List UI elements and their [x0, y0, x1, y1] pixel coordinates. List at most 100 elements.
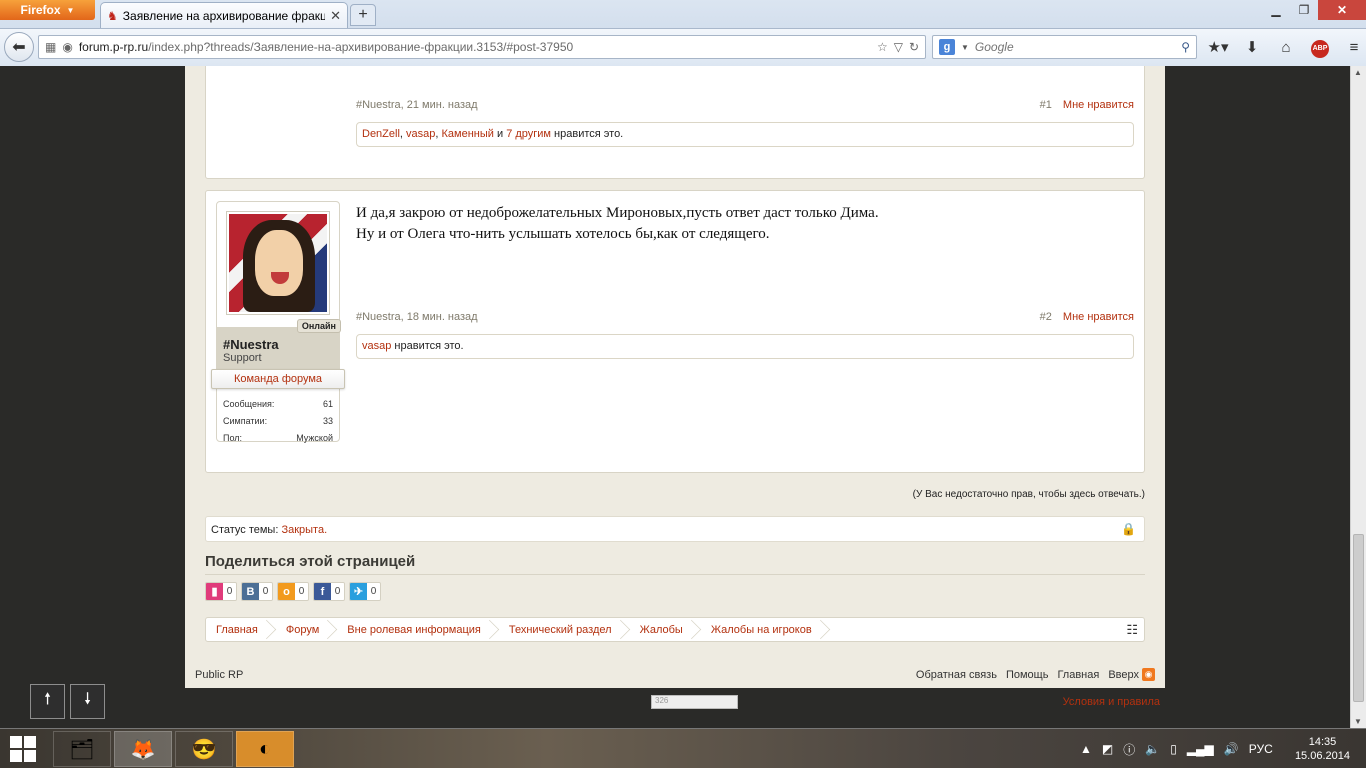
scroll-down-arrow-icon[interactable]: ▼	[1354, 717, 1362, 726]
username-link[interactable]: #Nuestra	[223, 337, 333, 352]
google-icon[interactable]: g	[939, 39, 955, 55]
breadcrumb-item[interactable]: Вне ролевая информация	[347, 618, 499, 641]
speaker-icon[interactable]: 🔊	[1224, 742, 1239, 756]
close-tab-icon[interactable]: ✕	[330, 8, 341, 24]
post-author-time[interactable]: #Nuestra, 18 мин. назад	[356, 311, 478, 323]
device-icon[interactable]: ▯	[1170, 742, 1177, 756]
history-dropdown-icon[interactable]: ▽	[894, 40, 903, 54]
user-stats: Сообщения: 61 Симпатии: 33 Пол: Мужской	[223, 399, 333, 450]
search-input[interactable]	[974, 40, 1176, 54]
liker-link[interactable]: vasap	[362, 340, 391, 352]
share-twitter-button[interactable]: ✈ 0	[349, 582, 381, 601]
downloads-icon[interactable]: ⬇	[1240, 38, 1264, 56]
bookmarks-icon[interactable]: ★▾	[1206, 38, 1230, 56]
language-indicator[interactable]: РУС	[1249, 742, 1273, 756]
avatar[interactable]	[226, 211, 330, 315]
close-window-icon[interactable]: ✕	[1318, 0, 1366, 20]
conjunction: и	[493, 128, 507, 140]
liker-link[interactable]: vasap	[406, 128, 435, 140]
footer-links: Обратная связь Помощь Главная Вверх	[916, 669, 1139, 681]
url-bar[interactable]: ▦ ◉ forum.p-rp.ru/index.php?threads/Заяв…	[38, 35, 926, 59]
share-ok-button[interactable]: о 0	[277, 582, 309, 601]
browser-chrome: Firefox ▼ ♞ Заявление на архивирование ф…	[0, 0, 1366, 66]
firefox-menu-label: Firefox	[20, 3, 61, 17]
footer-site-name[interactable]: Public RP	[195, 669, 243, 681]
clock[interactable]: 14:35 15.06.2014	[1295, 735, 1350, 763]
breadcrumb-item[interactable]: Технический раздел	[509, 618, 630, 641]
footer-link-feedback[interactable]: Обратная связь	[916, 669, 997, 681]
tab-active[interactable]: ♞ Заявление на архивирование фракции... …	[100, 2, 348, 28]
stat-value[interactable]: 61	[323, 399, 333, 416]
firefox-taskbar-icon[interactable]: 🦊	[114, 731, 172, 767]
post-1: #Nuestra, 21 мин. назад #1 Мне нравится …	[205, 66, 1145, 179]
reload-icon[interactable]: ↻	[909, 40, 919, 54]
status-label: Статус темы:	[211, 524, 282, 536]
windows-start-icon[interactable]	[10, 736, 38, 762]
breadcrumb-item[interactable]: Жалобы	[640, 618, 701, 641]
scroll-up-arrow-icon[interactable]: ▲	[1354, 68, 1362, 77]
restore-icon[interactable]: ❐	[1290, 0, 1318, 20]
liker-link[interactable]: Каменный	[442, 128, 494, 140]
breadcrumb-item[interactable]: Главная	[216, 618, 276, 641]
terms-link[interactable]: Условия и правила	[1063, 696, 1160, 708]
page-scrollbar[interactable]: ▲ ▼	[1350, 66, 1366, 728]
tray-app-icon[interactable]: ◩	[1102, 742, 1113, 756]
like-link[interactable]: Мне нравится	[1063, 311, 1134, 323]
tray-expand-icon[interactable]: ▲	[1080, 742, 1092, 756]
search-icon[interactable]: ⚲	[1181, 40, 1190, 54]
visit-counter[interactable]: 326	[651, 695, 738, 709]
scroll-up-button[interactable]: 🠕	[30, 684, 65, 719]
minimize-icon[interactable]: ▁	[1262, 0, 1290, 20]
volume-muted-icon[interactable]: 🔈	[1145, 742, 1160, 756]
post-author-time[interactable]: #Nuestra, 21 мин. назад	[356, 99, 478, 111]
breadcrumb-item[interactable]: Форум	[286, 618, 337, 641]
rss-icon[interactable]: ◉	[1142, 668, 1155, 681]
scroll-down-button[interactable]: 🠗	[70, 684, 105, 719]
footer-link-top[interactable]: Вверх	[1108, 669, 1139, 681]
online-badge: Онлайн	[296, 319, 341, 333]
firefox-menu-button[interactable]: Firefox ▼	[0, 0, 95, 20]
adblock-icon: ABP	[1311, 39, 1329, 58]
site-identity-icon[interactable]: ◉	[62, 40, 72, 54]
share-buttons: ▮ 0 B 0 о 0 f 0 ✈ 0	[205, 582, 381, 601]
share-vk-button[interactable]: B 0	[241, 582, 273, 601]
taskbar: 🗂 🦊 😎 ◐ ▲ ◩ ⓘ 🔈 ▯ ▂▄▆ 🔊 РУС 14:35 15.06.…	[0, 728, 1366, 768]
post-number-link[interactable]: #1	[1040, 99, 1052, 111]
search-bar[interactable]: g ▼ ⚲	[932, 35, 1197, 59]
share-count: 0	[295, 583, 308, 600]
post-number-link[interactable]: #2	[1040, 311, 1052, 323]
game-app-icon[interactable]: 😎	[175, 731, 233, 767]
clock-date: 15.06.2014	[1294, 750, 1350, 762]
stat-label: Симпатии:	[223, 416, 268, 426]
network-icon[interactable]: ▂▄▆	[1187, 742, 1214, 756]
url-text[interactable]: forum.p-rp.ru/index.php?threads/Заявлени…	[79, 40, 871, 54]
tray-info-icon[interactable]: ⓘ	[1123, 741, 1135, 758]
others-link[interactable]: 7 другим	[506, 128, 551, 140]
search-engine-dropdown-icon[interactable]: ▼	[961, 43, 969, 52]
site-favicon-icon: ♞	[107, 8, 118, 23]
breadcrumb-item[interactable]: Жалобы на игроков	[711, 618, 830, 641]
footer-link-help[interactable]: Помощь	[1006, 669, 1049, 681]
share-facebook-button[interactable]: f 0	[313, 582, 345, 601]
footer-link-home[interactable]: Главная	[1057, 669, 1099, 681]
share-bookmark-button[interactable]: ▮ 0	[205, 582, 237, 601]
stat-value[interactable]: 33	[323, 416, 333, 433]
menu-icon[interactable]: ≡	[1342, 39, 1366, 56]
scrollbar-thumb[interactable]	[1353, 534, 1364, 702]
home-icon[interactable]: ⌂	[1274, 39, 1298, 56]
bookmark-star-icon[interactable]: ☆	[877, 40, 888, 54]
post-text-line: И да,я закрою от недоброжелательных Миро…	[356, 205, 879, 221]
share-heading: Поделиться этой страницей	[205, 553, 1145, 575]
likes-summary: DenZell, vasap, Каменный и 7 другим нрав…	[356, 122, 1134, 147]
adblock-button[interactable]: ABP	[1308, 37, 1332, 58]
back-button[interactable]: ⬅	[4, 32, 34, 62]
avatar-face	[253, 228, 305, 298]
like-link[interactable]: Мне нравится	[1063, 99, 1134, 111]
stat-row: Симпатии: 33	[223, 416, 333, 433]
jump-menu-icon[interactable]: ☷	[1126, 622, 1138, 638]
tab-title: Заявление на архивирование фракции...	[122, 8, 326, 23]
liker-link[interactable]: DenZell	[362, 128, 400, 140]
app-launcher-icon[interactable]: ◐	[236, 731, 294, 767]
explorer-icon[interactable]: 🗂	[53, 731, 111, 767]
new-tab-button[interactable]: +	[350, 4, 376, 26]
